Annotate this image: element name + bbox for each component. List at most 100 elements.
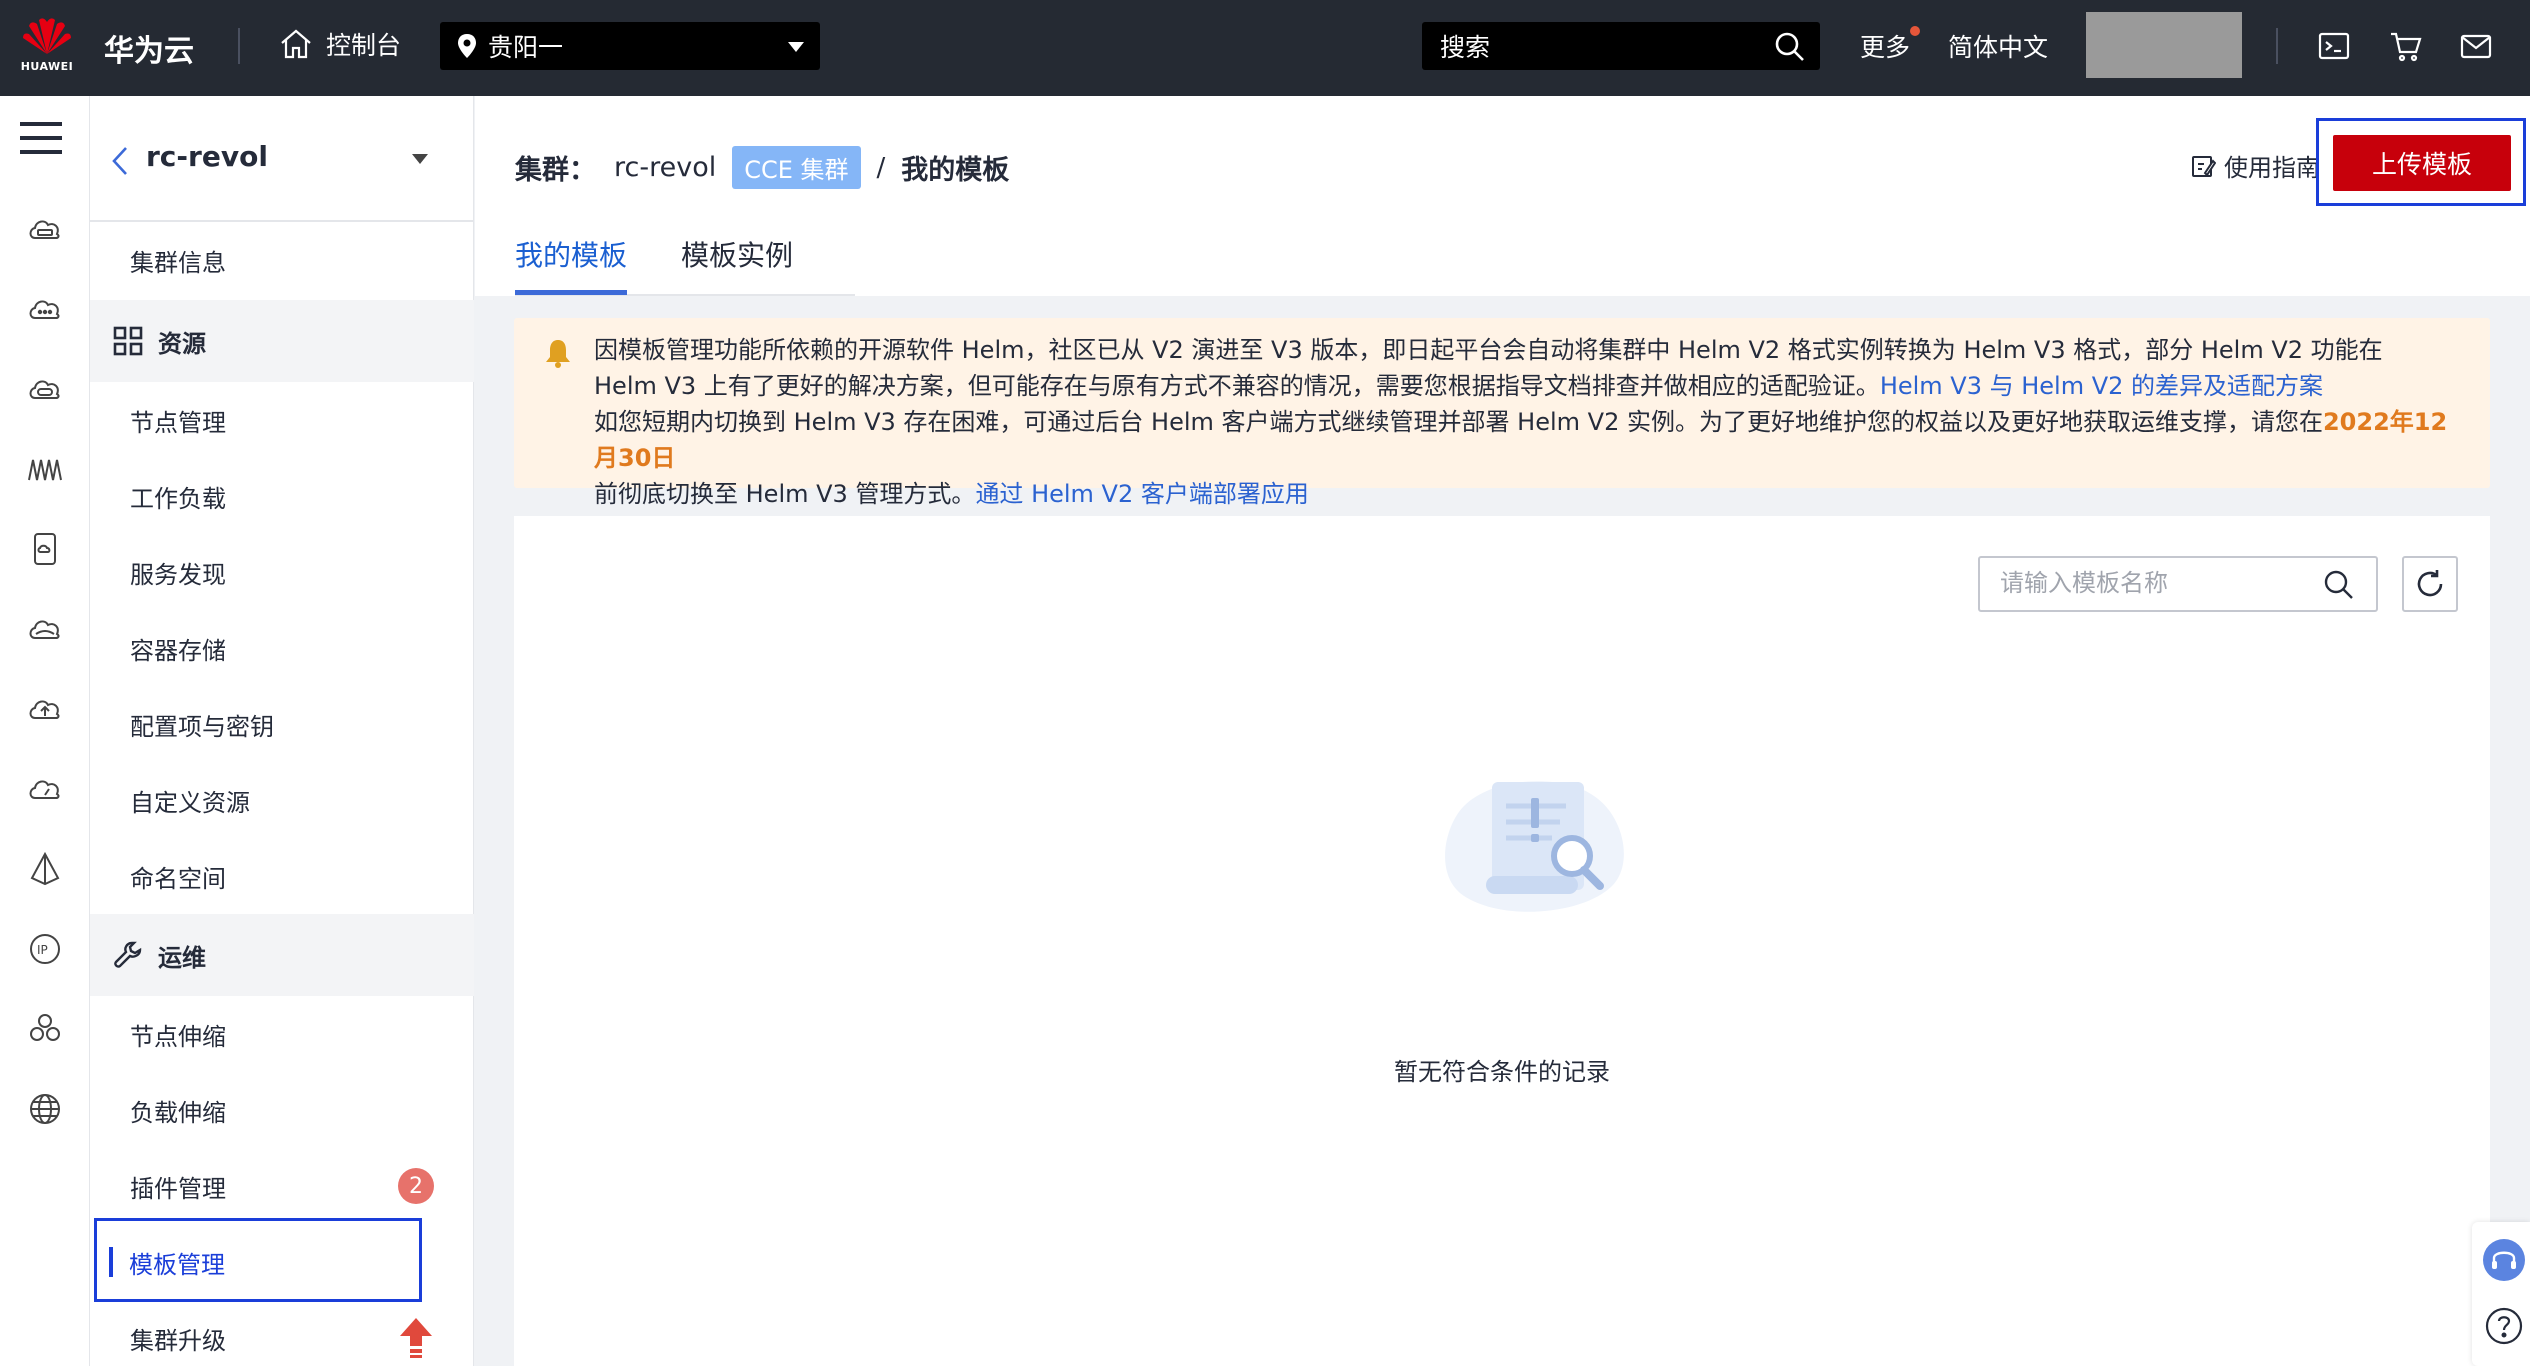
chevron-left-icon[interactable] [108,144,130,178]
globe-icon[interactable] [26,1090,64,1128]
chevron-down-icon [788,42,804,52]
cloud-gauge-icon[interactable] [26,770,64,808]
help-icon[interactable] [2484,1306,2524,1346]
ip-icon[interactable]: IP [26,930,64,968]
mail-icon[interactable] [2458,28,2494,64]
huawei-logo-icon [23,18,71,54]
notice-link-diff[interactable]: Helm V3 与 Helm V2 的差异及适配方案 [1880,372,2323,400]
svg-text:IP: IP [37,943,48,957]
cart-icon[interactable] [2388,28,2424,64]
home-icon [281,29,311,59]
waves-icon[interactable] [26,450,64,488]
breadcrumb: 集群： rc-revol CCE 集群 / 我的模板 [515,146,1009,189]
tab-bar: 我的模板 模板实例 [515,228,855,296]
notice-text-2: 如您短期内切换到 Helm V3 存在困难，可通过后台 Helm 客户端方式继续… [594,408,2323,436]
upload-highlight: 上传模板 [2316,118,2526,206]
console-link[interactable]: 控制台 [278,26,401,62]
wrench-icon [114,941,142,968]
nav-node-scaling[interactable]: 节点伸缩 [90,996,474,1072]
top-bar: HUAWEI 华为云 控制台 贵阳一 搜索 更多 简体中文 [0,0,2530,96]
active-indicator [109,1247,113,1277]
helm-notice: 因模板管理功能所依赖的开源软件 Helm，社区已从 V2 演进至 V3 版本，即… [514,318,2490,508]
nav-group-ops-label: 运维 [158,943,206,972]
empty-state-text: 暂无符合条件的记录 [1394,1058,1610,1086]
nav-cluster-info[interactable]: 集群信息 [90,222,474,298]
chevron-down-icon[interactable] [412,154,428,164]
terminal-icon[interactable] [2316,28,2352,64]
nav-service-discovery[interactable]: 服务发现 [90,534,474,610]
tab-my-templates[interactable]: 我的模板 [515,234,627,274]
brand-name[interactable]: 华为云 [104,26,194,70]
guide-icon [2192,155,2216,177]
nav-workload[interactable]: 工作负载 [90,458,474,534]
nav-namespace[interactable]: 命名空间 [90,838,474,914]
language-switch[interactable]: 简体中文 [1948,28,2048,64]
nav-group-resources[interactable]: 资源 [90,300,474,382]
empty-state-illustration [1445,781,1624,912]
cloud-database-icon[interactable] [26,370,64,408]
cluster-name: rc-revol [146,140,268,173]
bell-icon [546,340,570,368]
region-select[interactable]: 贵阳一 [440,22,820,70]
refresh-icon [2417,570,2443,597]
grid-icon [113,326,143,356]
active-tab-indicator [515,290,627,295]
notice-link-v2-client[interactable]: 通过 Helm V2 客户端部署应用 [975,480,1308,508]
cluster-type-tag: CCE 集群 [732,146,861,189]
main-area: 集群： rc-revol CCE 集群 / 我的模板 使用指南 上传模板 我的模… [475,96,2530,1366]
nav-addon-mgmt-label: 插件管理 [130,1174,226,1203]
cluster-nodes-icon[interactable] [26,1010,64,1048]
region-value: 贵阳一 [488,33,564,62]
template-list-panel: 暂无符合条件的记录 [514,516,2490,1366]
breadcrumb-separator: / [876,152,886,183]
guide-link[interactable]: 使用指南 [2190,148,2320,183]
global-search-placeholder: 搜索 [1440,33,1491,62]
cloud-icon[interactable] [26,610,64,648]
nav-group-ops[interactable]: 运维 [90,914,474,996]
cluster-selector[interactable]: rc-revol [90,96,474,222]
page-title: 我的模板 [901,155,1010,186]
addon-count-badge: 2 [398,1168,434,1204]
breadcrumb-key: 集群： [515,155,596,186]
guide-label: 使用指南 [2224,154,2320,182]
logo-text: HUAWEI [20,60,74,73]
location-pin-icon [458,34,476,58]
upgrade-arrow-icon [400,1318,432,1358]
storage-device-icon[interactable] [26,530,64,568]
refresh-button[interactable] [2402,556,2458,612]
cloud-dots-icon[interactable] [26,290,64,328]
cloud-server-icon[interactable] [26,210,64,248]
topbar-divider [2276,28,2278,64]
headset-icon[interactable] [2482,1238,2526,1282]
page-header: 集群： rc-revol CCE 集群 / 我的模板 使用指南 上传模板 我的模… [475,96,2530,296]
tetrahedron-icon[interactable] [26,850,64,888]
nav-config-secret[interactable]: 配置项与密钥 [90,686,474,762]
template-search-input[interactable] [1978,556,2378,612]
service-rail: IP [0,96,90,1366]
nav-template-mgmt-label: 模板管理 [129,1251,225,1279]
nav-load-scaling[interactable]: 负载伸缩 [90,1072,474,1148]
upload-template-button[interactable]: 上传模板 [2333,135,2511,191]
nav-addon-mgmt[interactable]: 插件管理 2 [90,1148,474,1224]
floating-tools [2472,1222,2530,1366]
nav-cluster-upgrade[interactable]: 集群升级 [90,1300,474,1366]
notice-text-3: 前彻底切换至 Helm V3 管理方式。 [594,480,976,508]
menu-icon[interactable] [20,120,62,156]
search-icon[interactable] [1774,31,1806,63]
nav-cluster-upgrade-label: 集群升级 [130,1326,226,1355]
nav-template-mgmt[interactable]: 模板管理 [94,1218,422,1302]
console-label: 控制台 [326,31,402,60]
cluster-nav: rc-revol 集群信息 资源 节点管理 工作负载 服务发现 容器存储 配置项… [90,96,474,1366]
huawei-logo[interactable]: HUAWEI [14,14,80,80]
more-label: 更多 [1860,33,1911,62]
nav-node-mgmt[interactable]: 节点管理 [90,382,474,458]
breadcrumb-cluster[interactable]: rc-revol [614,152,716,183]
nav-custom-resource[interactable]: 自定义资源 [90,762,474,838]
account-avatar[interactable] [2086,12,2242,78]
tab-template-instances[interactable]: 模板实例 [681,234,793,274]
nav-storage[interactable]: 容器存储 [90,610,474,686]
notification-dot [1910,26,1921,36]
more-menu[interactable]: 更多 [1860,26,1921,64]
cloud-upload-icon[interactable] [26,690,64,728]
global-search[interactable]: 搜索 [1422,22,1820,70]
